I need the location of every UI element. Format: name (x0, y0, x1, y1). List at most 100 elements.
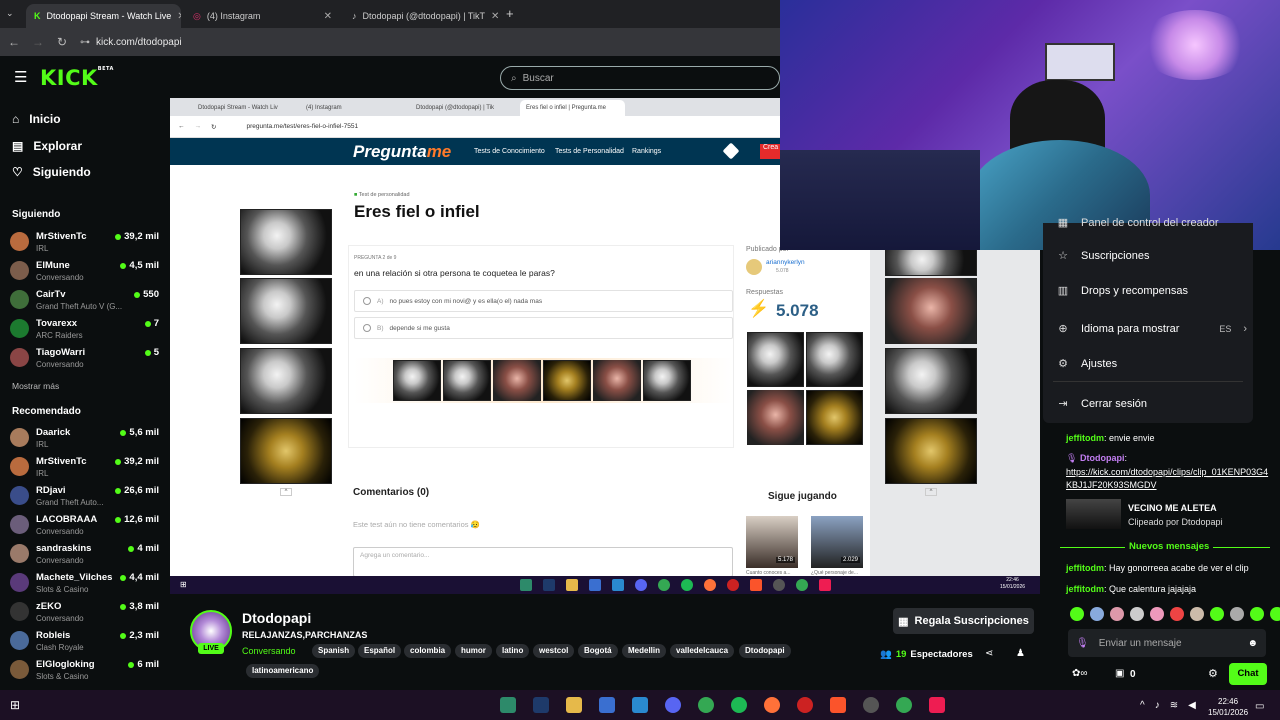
stream-category[interactable]: Conversando (242, 646, 296, 656)
tiktok-icon[interactable] (929, 697, 945, 713)
tag[interactable]: colombia (404, 644, 452, 658)
channel-item[interactable]: sandraskins Conversando 4 mil (10, 540, 165, 568)
gift-icon[interactable]: ▣ (1115, 668, 1124, 679)
chevron-up-icon[interactable]: ^ (1140, 700, 1145, 711)
emote-icon[interactable] (1250, 607, 1264, 621)
show-more-link[interactable]: Mostrar más (12, 381, 59, 391)
channel-name[interactable]: Dtodopapi (242, 610, 311, 626)
no-comments-text: Este test aún no tiene comentarios 😥 (353, 520, 480, 529)
tag[interactable]: Spanish (312, 644, 356, 658)
tag[interactable]: latinoamericano (246, 664, 320, 678)
emote-icon[interactable] (1150, 607, 1164, 621)
nav-item-inicio[interactable]: ⌂ Inicio (12, 112, 61, 126)
tag[interactable]: valledelcauca (670, 644, 735, 658)
chrome-icon[interactable] (698, 697, 714, 713)
site-info-icon[interactable]: ⊶ (80, 37, 90, 48)
kick-logo[interactable]: KICKBETA (40, 66, 114, 90)
menu-item-language[interactable]: ⊕ Idioma para mostrar ES › (1057, 322, 1247, 336)
app-icon[interactable] (500, 697, 516, 713)
tag[interactable]: Medellin (622, 644, 667, 658)
clip-thumbnail[interactable] (1066, 499, 1121, 529)
channel-item[interactable]: Machete_Vilches Slots & Casino 4,4 mil (10, 569, 165, 597)
tag[interactable]: Dtodopapi (739, 644, 791, 658)
tag[interactable]: Español (358, 644, 402, 658)
app-icon[interactable] (863, 697, 879, 713)
discord-icon[interactable] (665, 697, 681, 713)
forward-icon[interactable]: → (32, 35, 44, 49)
channel-item[interactable]: RDjavi Grand Theft Auto... 26,6 mil (10, 482, 165, 510)
close-tab-icon[interactable]: ✕ (177, 11, 181, 22)
emote-icon[interactable] (1130, 607, 1144, 621)
folder-icon[interactable] (566, 697, 582, 713)
close-tab-icon[interactable]: ✕ (491, 11, 499, 22)
nav-item-siguiendo[interactable]: ♡ Siguiendo (12, 165, 91, 179)
start-icon[interactable]: ⊞ (10, 698, 20, 712)
share-icon[interactable]: ⋖ (985, 648, 993, 659)
related-count: 2.029 (841, 557, 861, 563)
channel-item[interactable]: Daarick IRL 5,6 mil (10, 424, 165, 452)
emote-icon[interactable] (1270, 607, 1280, 621)
close-tab-icon[interactable]: ✕ (324, 11, 332, 22)
channel-category: Conversando (36, 556, 84, 565)
chat-send-button[interactable]: Chat (1229, 663, 1267, 685)
spotify-icon[interactable] (731, 697, 747, 713)
tag[interactable]: westcol (533, 644, 575, 658)
browser-tab[interactable]: ◎ (4) Instagram ✕ (185, 4, 340, 28)
emote-icon[interactable] (1210, 607, 1224, 621)
channel-item[interactable]: Tovarexx ARC Raiders 7 (10, 315, 165, 343)
clip-link[interactable]: https://kick.com/dtodopapi/clips/clip_01… (1066, 466, 1271, 492)
channel-item[interactable]: MrStivenTc IRL 39,2 mil (10, 228, 165, 256)
menu-item-logout[interactable]: ⇥ Cerrar sesión (1057, 397, 1247, 411)
network-icon[interactable]: ≋ (1170, 700, 1178, 711)
channel-item[interactable]: MrStivenTc IRL 39,2 mil (10, 453, 165, 481)
notification-icon[interactable]: ▭ (1255, 701, 1264, 712)
menu-item-subscriptions[interactable]: ☆ Suscripciones (1057, 249, 1247, 263)
tab-list-chevron-icon[interactable]: ⌄ (6, 8, 14, 19)
points-icon[interactable]: ✿∞ (1072, 668, 1088, 679)
gift-subs-button[interactable]: ▦ Regala Suscripciones (893, 608, 1034, 634)
emote-icon[interactable] (1170, 607, 1184, 621)
browser-tab[interactable]: K Dtodopapi Stream - Watch Live ✕ (26, 4, 181, 28)
chat-settings-icon[interactable]: ⚙ (1208, 667, 1218, 680)
search-input[interactable]: ⌕ Buscar (500, 66, 780, 90)
browser-tab[interactable]: ♪ Dtodopapi (@dtodopapi) | TikT ✕ (344, 4, 499, 28)
inner-tab: Dtodopapi (@dtodopapi) | Tik (416, 105, 495, 111)
emote-icon[interactable] (1190, 607, 1204, 621)
emote-icon[interactable] (1230, 607, 1244, 621)
live-dot-icon (134, 291, 141, 298)
opera-icon[interactable] (797, 697, 813, 713)
app-icon[interactable] (632, 697, 648, 713)
channel-item[interactable]: LACOBRAAA Conversando 12,6 mil (10, 511, 165, 539)
volume-icon[interactable]: ◀ (1188, 700, 1196, 711)
chrome-icon[interactable] (896, 697, 912, 713)
user-add-icon[interactable]: ♟ (1016, 648, 1025, 659)
channel-item[interactable]: TiagoWarri Conversando 5 (10, 344, 165, 372)
new-tab-button[interactable]: + (506, 6, 514, 21)
firefox-icon[interactable] (764, 697, 780, 713)
back-icon[interactable]: ← (8, 35, 20, 49)
photoshop-icon[interactable] (533, 697, 549, 713)
mic-icon[interactable]: ♪ (1155, 700, 1160, 711)
menu-item-drops[interactable]: ▥ Drops y recompensas (1057, 284, 1247, 298)
tag[interactable]: latino (496, 644, 530, 658)
emote-icon[interactable] (1090, 607, 1104, 621)
nav-item-explorar[interactable]: ▤ Explorar (12, 139, 82, 153)
url-field[interactable]: ⊶ kick.com/dtodopapi (80, 37, 182, 48)
menu-item-settings[interactable]: ⚙ Ajustes (1057, 357, 1247, 371)
emote-icon[interactable] (1070, 607, 1084, 621)
channel-item[interactable]: Robleis Clash Royale 2,3 mil (10, 627, 165, 655)
menu-item-creator-dashboard[interactable]: ▦ Panel de control del creador (1057, 216, 1247, 230)
tag[interactable]: Bogotá (578, 644, 618, 658)
app-icon[interactable] (599, 697, 615, 713)
chat-input[interactable]: 🎙 Enviar un mensaje ☻ (1068, 629, 1266, 657)
channel-item[interactable]: ElGlogloking Slots & Casino 6 mil (10, 656, 165, 684)
hamburger-menu-icon[interactable]: ☰ (14, 68, 27, 86)
brave-icon[interactable] (830, 697, 846, 713)
tag[interactable]: humor (455, 644, 492, 658)
emoji-icon[interactable]: ☻ (1247, 638, 1258, 649)
channel-item[interactable]: ElMune Conversando 4,5 mil (10, 257, 165, 285)
reload-icon[interactable]: ↻ (56, 35, 68, 49)
emote-icon[interactable] (1110, 607, 1124, 621)
channel-item[interactable]: zEKO Conversando 3,8 mil (10, 598, 165, 626)
channel-item[interactable]: CairTv Grand Theft Auto V (G... 550 (10, 286, 165, 314)
